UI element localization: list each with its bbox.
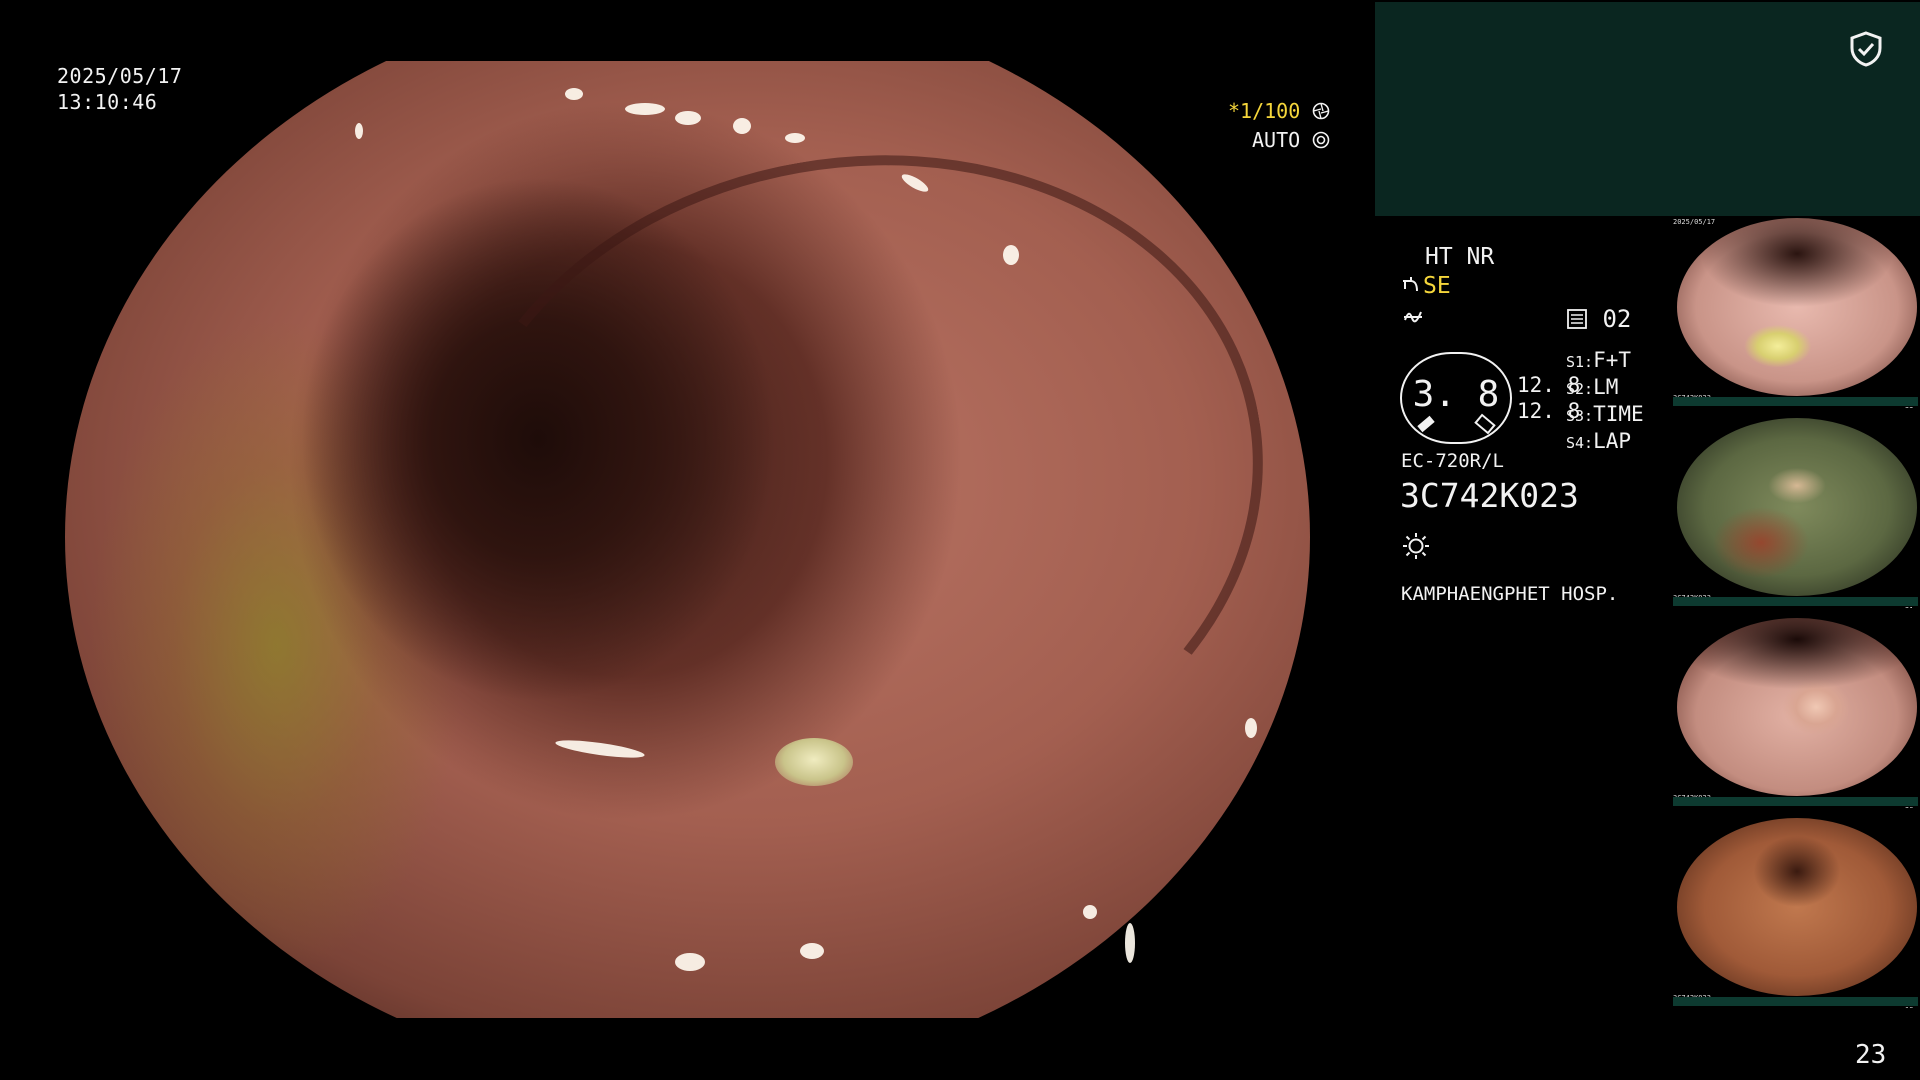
iris-icon [1312,131,1330,149]
highlight [1003,245,1019,265]
highlight [355,123,363,139]
timestamp: 2025/05/17 13:10:46 [57,63,182,115]
scope-model: EC-720R/L [1401,450,1504,472]
image-counter: 23 [1855,1040,1887,1070]
switch-value: LAP [1593,429,1632,453]
highlight [733,118,751,134]
switch-key: S4: [1566,434,1594,452]
se-label: SE [1423,273,1451,299]
thumbnail-index: 21 [1905,606,1913,608]
time-text: 13:10:46 [57,90,158,114]
thumbnail-image [1677,818,1917,996]
shutter-value: 1/100 [1240,99,1301,123]
gauge-value: 3. 8 [1412,374,1500,415]
highlight [675,111,701,125]
highlight [565,88,583,100]
ht-nr-label: HT NR [1425,244,1495,270]
preset-row: 02 [1566,305,1631,333]
aperture-icon [1313,102,1330,120]
captured-image-thumbnail[interactable]: 3C742K023 21 [1671,416,1920,608]
polyp-spot [775,738,853,786]
thumbnail-caption-bar [1673,797,1918,806]
shield-check-icon [1850,31,1882,67]
wave-icon [1404,311,1422,323]
iris-mode: AUTO [1252,128,1330,152]
date-text: 2025/05/17 [57,64,183,88]
highlight [1245,718,1257,738]
thumbnail-caption-bar [1673,397,1918,406]
captured-image-thumbnail[interactable]: 3C742K023 19 [1671,816,1920,1008]
thumbnail-index: 19 [1905,1006,1913,1008]
switch-value: TIME [1593,402,1644,426]
switch-row: S2:LM [1566,375,1644,402]
switch-row: S1:F+T [1566,348,1644,375]
shutter-indicator: *1/100 [1228,99,1330,123]
highlight [1125,923,1135,963]
switch-value: F+T [1593,348,1632,372]
scope-serial: 3C742K023 [1400,476,1579,515]
hospital-name: KAMPHAENGPHET HOSP. [1401,583,1619,605]
thumbnail-image [1677,618,1917,796]
preset-icon [1567,309,1587,329]
captured-image-thumbnail[interactable]: 3C742K023 20 [1671,616,1920,808]
preset-value: 02 [1602,305,1632,333]
endoscope-image [65,61,1310,1018]
switch-key: S3: [1566,407,1594,425]
switch-key: S1: [1566,353,1594,371]
highlight [1083,905,1097,919]
highlight [625,103,665,115]
switch-row: S3:TIME [1566,402,1644,429]
highlight [800,943,824,959]
thumbnail-caption-bar [1673,997,1918,1006]
highlight [675,953,705,971]
iris-mode-label: AUTO [1252,128,1301,152]
captured-image-thumbnail[interactable]: 2025/05/17 3C742K023 22 [1671,216,1920,408]
se-row: SE [1401,273,1451,299]
light-icon [1403,533,1429,559]
brightness-gauge: 3. 8 [1400,352,1512,444]
switch-value: LM [1593,375,1619,399]
thumbnail-image [1677,218,1917,396]
switch-row: S4:LAP [1566,429,1644,456]
gauge-needle-right [1474,413,1496,435]
highlight [785,133,805,143]
thumbnail-index: 20 [1905,806,1913,808]
tool-icon [1403,277,1418,292]
thumbnail-date: 2025/05/17 [1673,218,1716,226]
thumbnail-image [1677,418,1917,596]
thumbnail-caption-bar [1673,597,1918,606]
endoscope-live-view [65,61,1310,1018]
gauge-needle-left [1417,415,1435,433]
status-panel [1375,2,1920,216]
thumbnail-index: 22 [1905,406,1913,408]
shutter-prefix: * [1228,99,1241,123]
switch-key: S2: [1566,380,1594,398]
switch-list: S1:F+T S2:LM S3:TIME S4:LAP [1566,348,1644,456]
